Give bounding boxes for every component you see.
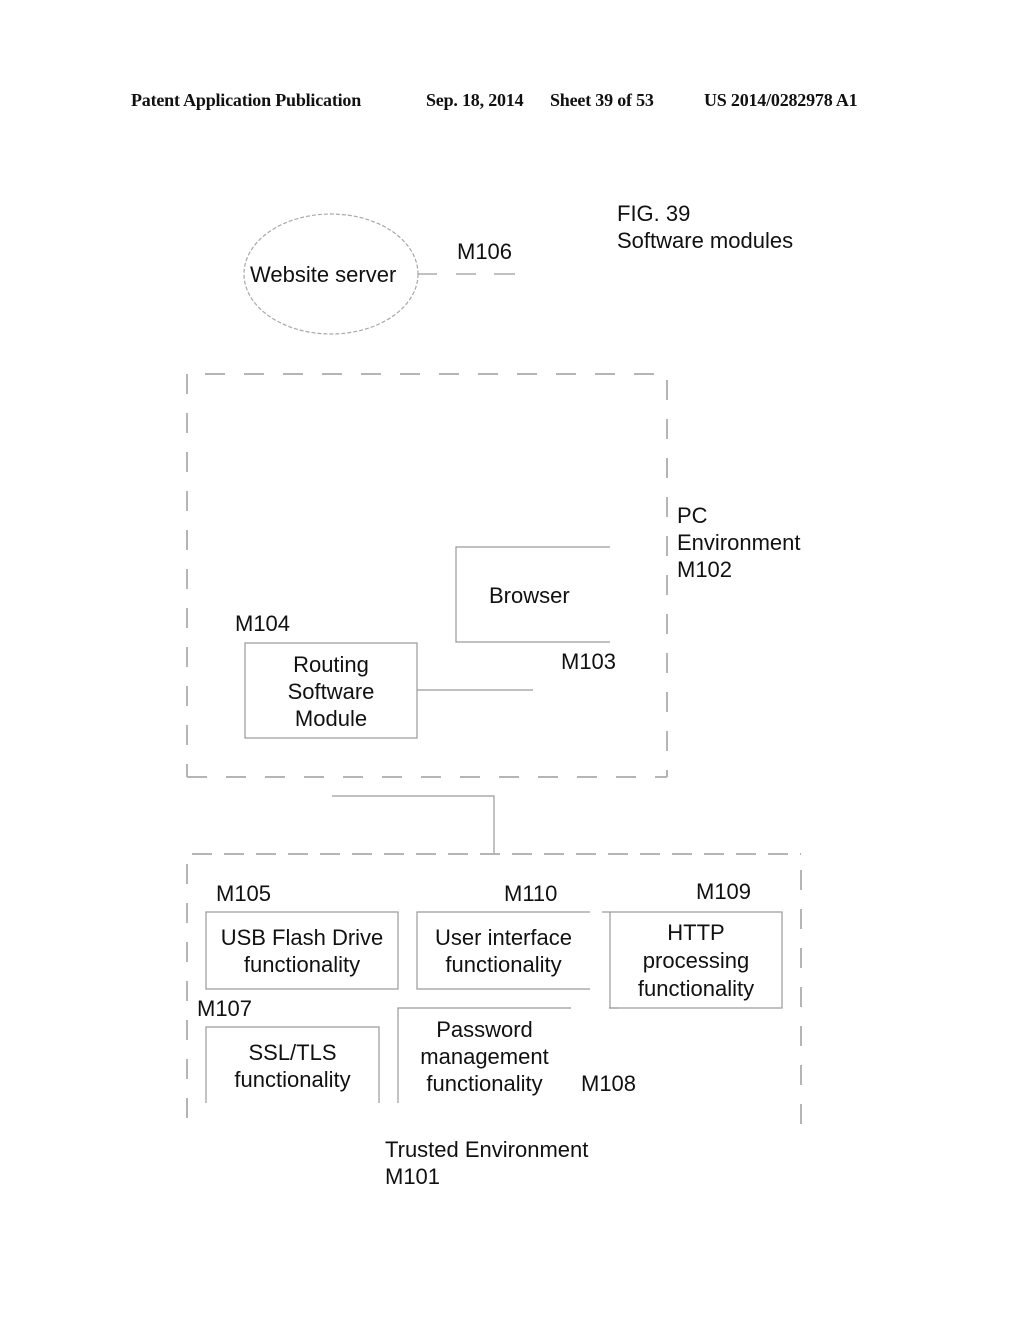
usb-label-line1: USB Flash Drive <box>220 925 384 950</box>
ssl-label-line1: SSL/TLS <box>248 1040 337 1065</box>
usb-label-line2: functionality <box>243 952 361 977</box>
http-label-line2: processing <box>642 948 750 973</box>
http-ref: M109 <box>696 879 752 904</box>
pc-to-trusted-connector <box>332 795 495 854</box>
password-label-line3: functionality <box>426 1071 543 1096</box>
http-label-line1: HTTP <box>667 920 725 945</box>
user-interface-label-line1: User interface <box>435 925 572 950</box>
diagram-canvas <box>186 213 802 1125</box>
password-label-line1: Password <box>436 1017 533 1042</box>
trusted-environment-ref: M101 <box>385 1164 441 1189</box>
figure-number: FIG. 39 <box>617 201 691 226</box>
browser-ref: M103 <box>561 649 617 674</box>
ssl-label-line2: functionality <box>234 1067 351 1092</box>
browser-label: Browser <box>489 583 570 608</box>
user-interface-label-line2: functionality <box>445 952 562 977</box>
trusted-environment-label: Trusted Environment <box>385 1137 589 1162</box>
website-server-ref: M106 <box>457 239 513 264</box>
routing-label-line1: Routing <box>293 652 369 677</box>
routing-label-line2: Software <box>287 679 375 704</box>
ssl-ref: M107 <box>197 996 253 1021</box>
routing-label-line3: Module <box>294 706 368 731</box>
pc-environment-ref: M102 <box>677 557 733 582</box>
figure-title: Software modules <box>617 228 794 253</box>
user-interface-ref: M110 <box>504 881 558 906</box>
website-server-label: Website server <box>250 262 397 287</box>
pc-environment-label-line1: PC <box>677 503 708 528</box>
routing-ref: M104 <box>235 611 291 636</box>
pc-environment-label-line2: Environment <box>677 530 801 555</box>
password-label-line2: management <box>420 1044 549 1069</box>
usb-ref: M105 <box>216 881 272 906</box>
http-label-line3: functionality <box>637 976 755 1001</box>
password-ref: M108 <box>581 1071 637 1096</box>
